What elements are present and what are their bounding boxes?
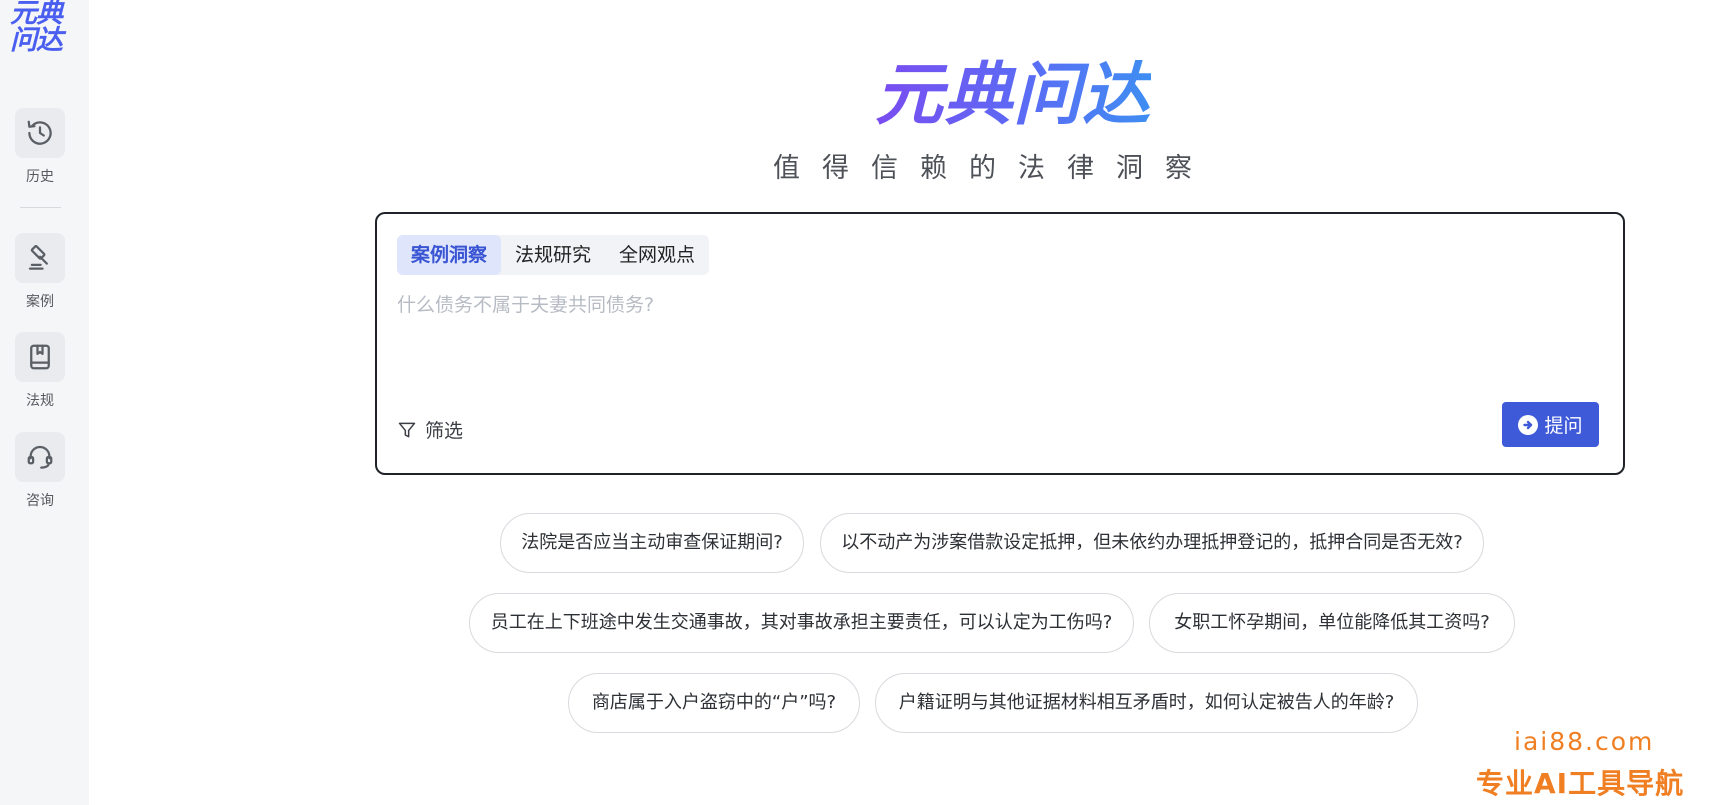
history-icon xyxy=(27,120,52,145)
sidebar-item-label: 案例 xyxy=(26,294,54,310)
filter-label: 筛选 xyxy=(425,420,464,442)
suggestion-chip[interactable]: 户籍证明与其他证据材料相互矛盾时，如何认定被告人的年龄? xyxy=(875,673,1418,733)
tab-regulation-research[interactable]: 法规研究 xyxy=(501,235,605,275)
sidebar-item-label: 咨询 xyxy=(26,493,54,509)
sidebar-logo-line2: 问达 xyxy=(10,25,63,56)
history-button[interactable] xyxy=(15,108,65,158)
sidebar-item-history[interactable]: 历史 xyxy=(0,108,80,186)
regulations-button[interactable] xyxy=(15,332,65,382)
sidebar-item-regulations[interactable]: 法规 xyxy=(0,332,80,410)
query-input[interactable] xyxy=(397,290,1597,400)
suggestion-chip[interactable]: 法院是否应当主动审查保证期间? xyxy=(500,513,804,573)
ask-button[interactable]: 提问 xyxy=(1502,402,1599,447)
suggestion-chip[interactable]: 以不动产为涉案借款设定抵押，但未依约办理抵押登记的，抵押合同是否无效? xyxy=(820,513,1484,573)
filter-button[interactable]: 筛选 xyxy=(397,416,463,443)
book-icon xyxy=(30,344,50,370)
gavel-icon xyxy=(28,245,48,270)
cases-button[interactable] xyxy=(15,233,65,283)
sidebar-divider xyxy=(20,207,61,208)
tab-web-opinions[interactable]: 全网观点 xyxy=(605,235,709,275)
arrow-right-icon xyxy=(1518,414,1539,435)
headset-icon xyxy=(27,445,53,469)
sidebar-logo-line1: 元典 xyxy=(10,0,63,29)
filter-icon xyxy=(398,422,416,437)
sidebar-logo[interactable]: 元典 问达 xyxy=(10,0,70,54)
suggestion-chip[interactable]: 员工在上下班途中发生交通事故，其对事故承担主要责任，可以认定为工伤吗? xyxy=(469,593,1134,653)
suggestion-chip[interactable]: 商店属于入户盗窃中的“户”吗? xyxy=(568,673,860,733)
sidebar-item-label: 历史 xyxy=(26,169,54,185)
hero-title: 元典问达 xyxy=(875,56,1152,135)
sidebar-item-consult[interactable]: 咨询 xyxy=(0,432,80,510)
search-card: 案例洞察 法规研究 全网观点 筛选 提问 xyxy=(375,212,1625,475)
hero-subtitle: 值得信赖的法律洞察 xyxy=(773,153,1214,184)
watermark-tagline: 专业AI工具导航 xyxy=(1476,767,1685,800)
sidebar-item-cases[interactable]: 案例 xyxy=(0,233,80,311)
suggestion-chip[interactable]: 女职工怀孕期间，单位能降低其工资吗? xyxy=(1149,593,1515,653)
sidebar-item-label: 法规 xyxy=(26,393,54,409)
tab-case-insight[interactable]: 案例洞察 xyxy=(397,235,502,275)
consult-button[interactable] xyxy=(15,432,65,482)
watermark-domain: iai88.com xyxy=(1514,727,1655,756)
sidebar: 元典 问达 历史 案例 法规 咨询 xyxy=(0,0,89,805)
search-tabs: 案例洞察 法规研究 全网观点 xyxy=(397,235,710,275)
ask-label: 提问 xyxy=(1544,415,1583,437)
app-root: 元典 问达 历史 案例 法规 咨询 元典问达 值得信赖的法律洞察 案例洞察 法规… xyxy=(0,0,1716,805)
